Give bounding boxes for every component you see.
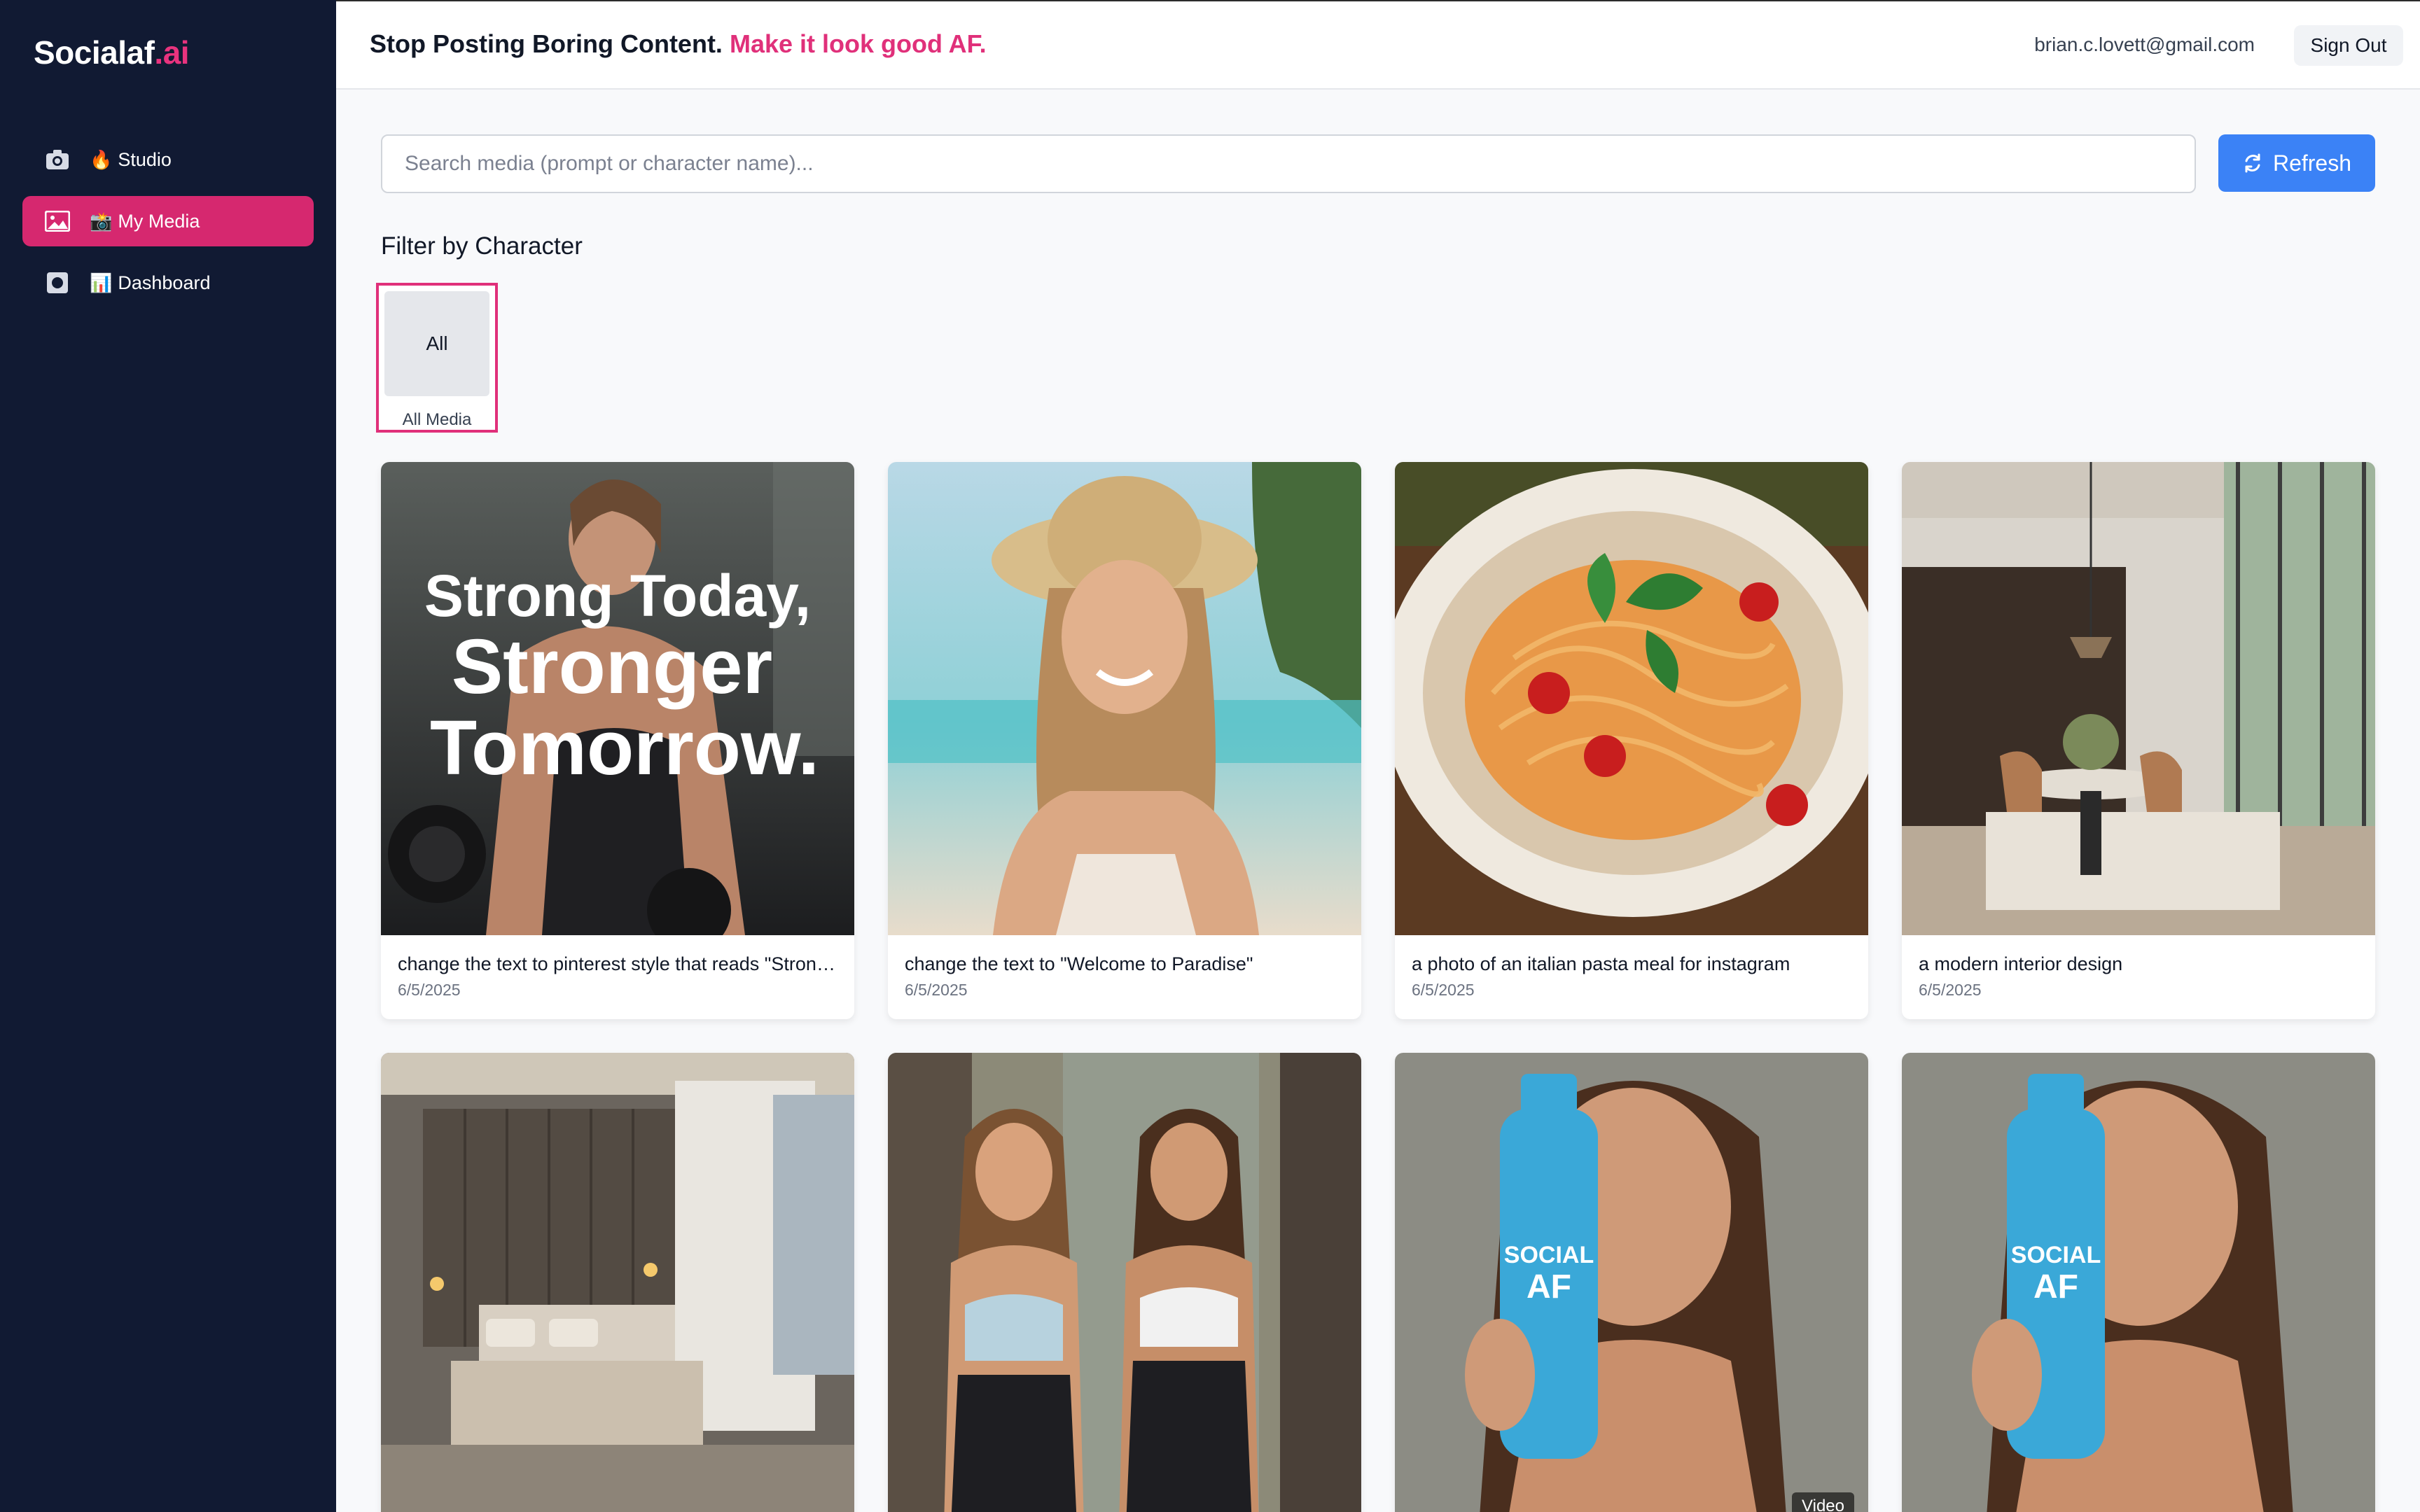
user-email: brian.c.lovett@gmail.com: [2034, 34, 2255, 55]
media-card[interactable]: SOCIAL AF Video: [1395, 1053, 1868, 1512]
video-badge: Video: [1792, 1492, 1854, 1512]
media-thumbnail: [1902, 462, 2375, 935]
camera-flash-emoji: 📸: [90, 210, 113, 232]
sign-out-button[interactable]: Sign Out: [2294, 25, 2403, 66]
headline-text: Stop Posting Boring Content.: [370, 29, 723, 58]
logo-accent: .ai: [154, 34, 190, 71]
media-thumbnail: [888, 462, 1361, 935]
overlay-text-line3: Tomorrow.: [430, 705, 819, 791]
overlay-text-line1: Strong Today,: [424, 563, 811, 629]
top-header: Stop Posting Boring Content. Make it loo…: [336, 0, 2420, 90]
sidebar-item-label: My Media: [118, 210, 200, 232]
search-input[interactable]: [381, 134, 2196, 193]
media-thumbnail: [1395, 462, 1868, 935]
refresh-button[interactable]: Refresh: [2218, 134, 2375, 192]
media-date: 6/5/2025: [905, 981, 968, 999]
bar-chart-emoji: 📊: [90, 272, 113, 293]
camera-icon: [45, 147, 70, 172]
sidebar-item-my-media[interactable]: 📸 My Media: [22, 196, 314, 246]
media-thumbnail: SOCIAL AF: [1902, 1053, 2375, 1512]
filter-chip-all[interactable]: All All Media: [376, 283, 498, 433]
media-card[interactable]: a modern interior design 6/5/2025: [1902, 462, 2375, 1019]
product-label-line1: SOCIAL: [1504, 1242, 1594, 1268]
media-caption: a modern interior design: [1919, 953, 2123, 974]
app-logo[interactable]: Socialaf.ai: [34, 34, 190, 71]
media-card[interactable]: Strong Today, Stronger Tomorrow. change …: [381, 462, 854, 1019]
product-label-line1: SOCIAL: [2011, 1242, 2101, 1268]
sidebar-item-studio[interactable]: 🔥 Studio: [22, 134, 314, 185]
refresh-label: Refresh: [2272, 150, 2352, 176]
media-date: 6/5/2025: [1919, 981, 1982, 999]
media-card[interactable]: [888, 1053, 1361, 1512]
media-card[interactable]: SOCIAL AF: [1902, 1053, 2375, 1512]
sidebar: Socialaf.ai 🔥 Studio 📸 My Media 📊 Dashboard: [0, 0, 336, 1512]
sidebar-item-label: Studio: [118, 148, 172, 170]
media-date: 6/5/2025: [398, 981, 461, 999]
logo-main: Socialaf: [34, 34, 155, 71]
sidebar-item-dashboard[interactable]: 📊 Dashboard: [22, 258, 314, 308]
media-date: 6/5/2025: [1412, 981, 1475, 999]
chip-label: All Media: [402, 410, 472, 429]
image-icon: [45, 209, 70, 234]
filter-title: Filter by Character: [381, 232, 583, 260]
page-headline: Stop Posting Boring Content. Make it loo…: [370, 29, 987, 59]
media-thumbnail: [888, 1053, 1361, 1512]
media-caption: change the text to pinterest style that …: [398, 953, 854, 974]
overlay-text-line2: Stronger: [452, 624, 772, 710]
sidebar-item-label: Dashboard: [118, 272, 211, 293]
media-card[interactable]: [381, 1053, 854, 1512]
headline-accent: Make it look good AF.: [729, 29, 987, 58]
media-thumbnail: Strong Today, Stronger Tomorrow.: [381, 462, 854, 935]
media-caption: change the text to "Welcome to Paradise": [905, 953, 1253, 974]
square-dot-icon: [45, 270, 70, 295]
refresh-icon: [2245, 153, 2260, 173]
fire-emoji: 🔥: [90, 148, 113, 170]
media-thumbnail: SOCIAL AF Video: [1395, 1053, 1868, 1512]
media-card[interactable]: a photo of an italian pasta meal for ins…: [1395, 462, 1868, 1019]
chip-avatar: All: [384, 291, 489, 396]
media-thumbnail: [381, 1053, 854, 1512]
product-label-line2: AF: [2033, 1268, 2078, 1306]
media-caption: a photo of an italian pasta meal for ins…: [1412, 953, 1790, 974]
product-label-line2: AF: [1527, 1268, 1571, 1306]
media-card[interactable]: change the text to "Welcome to Paradise"…: [888, 462, 1361, 1019]
